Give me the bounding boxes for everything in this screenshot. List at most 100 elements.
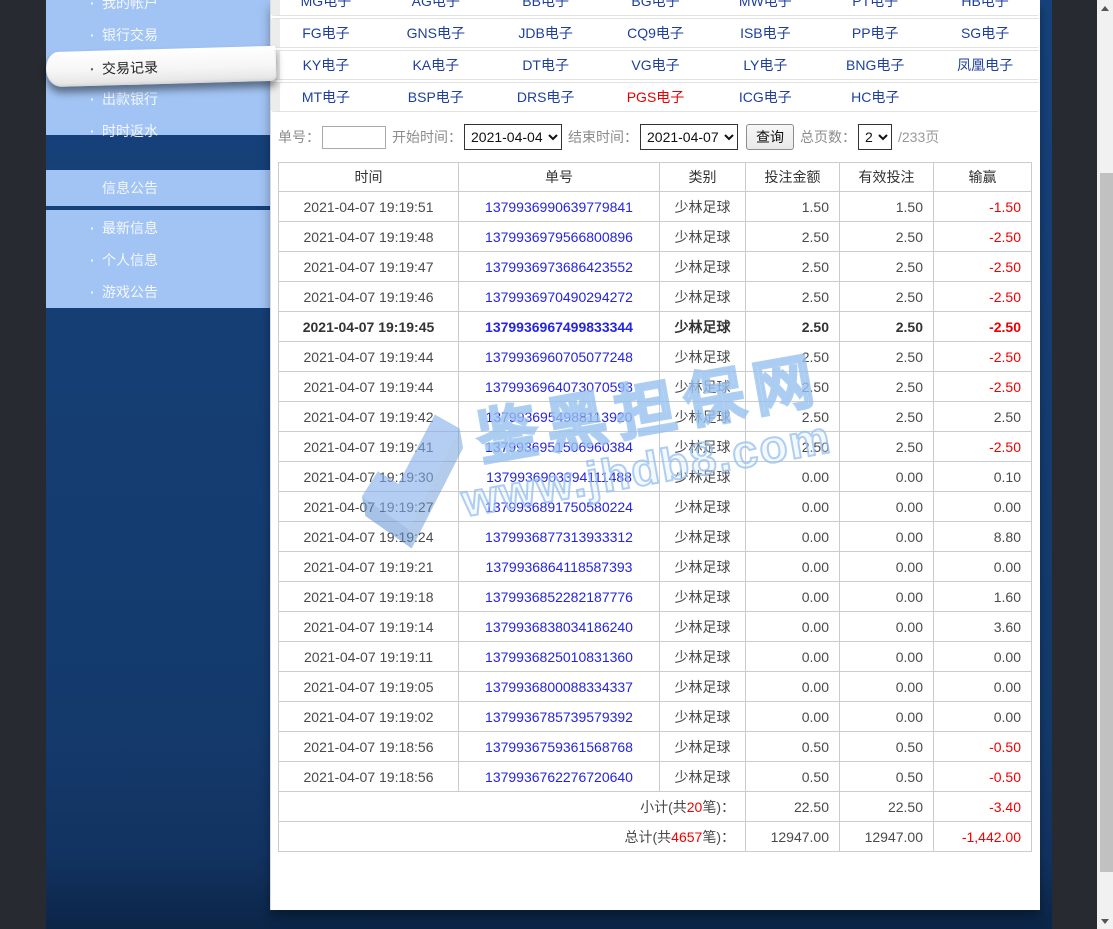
tab-BB电子[interactable]: BB电子 — [491, 0, 601, 15]
time-cell: 2021-04-07 19:19:41 — [279, 432, 459, 462]
category-cell: 少林足球 — [660, 582, 746, 612]
valid-bet-cell: 0.50 — [840, 732, 934, 762]
tab-GNS电子[interactable]: GNS电子 — [381, 19, 491, 47]
tab-SG电子[interactable]: SG电子 — [930, 19, 1040, 47]
scroll-up-arrow[interactable] — [1097, 0, 1113, 16]
tab-VG电子[interactable]: VG电子 — [601, 51, 711, 79]
order-id-cell[interactable]: 1379936852282187776 — [459, 582, 660, 612]
search-button[interactable]: 查询 — [746, 124, 794, 150]
order-id-link[interactable]: 1379936960705077248 — [485, 349, 633, 365]
win-loss-cell: 0.00 — [934, 702, 1032, 732]
valid-bet-cell: 0.00 — [840, 672, 934, 702]
table-row: 2021-04-07 19:19:301379936903394111488少林… — [279, 462, 1032, 492]
tab-MT电子[interactable]: MT电子 — [271, 83, 381, 111]
order-id-link[interactable]: 1379936990639779841 — [485, 199, 633, 215]
order-id-link[interactable]: 1379936903394111488 — [486, 469, 632, 485]
order-id-link[interactable]: 1379936967499833344 — [485, 319, 633, 335]
order-id-cell[interactable]: 1379936954988113920 — [459, 402, 660, 432]
tab-JDB电子[interactable]: JDB电子 — [491, 19, 601, 47]
order-id-cell[interactable]: 1379936891750580224 — [459, 492, 660, 522]
tab-PP电子[interactable]: PP电子 — [820, 19, 930, 47]
scrollbar[interactable] — [1097, 0, 1113, 929]
tab-MG电子[interactable]: MG电子 — [271, 0, 381, 15]
tab-KY电子[interactable]: KY电子 — [271, 51, 381, 79]
order-id-cell[interactable]: 1379936785739579392 — [459, 702, 660, 732]
order-id-link[interactable]: 1379936954988113920 — [486, 409, 633, 425]
bet-amount-cell: 2.50 — [746, 402, 840, 432]
order-id-cell[interactable]: 1379936838034186240 — [459, 612, 660, 642]
sidebar-item-最新信息[interactable]: ·最新信息 — [46, 212, 270, 244]
tab-ISB电子[interactable]: ISB电子 — [710, 19, 820, 47]
tab-HB电子[interactable]: HB电子 — [930, 0, 1040, 15]
scrollbar-thumb[interactable] — [1100, 173, 1113, 872]
order-id-link[interactable]: 1379936759361568768 — [485, 739, 633, 755]
order-id-cell[interactable]: 1379936973686423552 — [459, 252, 660, 282]
tab-HC电子[interactable]: HC电子 — [820, 83, 930, 111]
order-id-cell[interactable]: 1379936960705077248 — [459, 342, 660, 372]
filter-bar: 单号： 开始时间： 2021-04-04 结束时间： 2021-04-07 查询… — [271, 120, 1040, 154]
order-id-link[interactable]: 1379936970490294272 — [485, 289, 633, 305]
order-id-cell[interactable]: 1379936964073070593 — [459, 372, 660, 402]
order-id-cell[interactable]: 1379936825010831360 — [459, 642, 660, 672]
start-date-select[interactable]: 2021-04-04 — [464, 124, 562, 150]
sidebar-item-个人信息[interactable]: ·个人信息 — [46, 244, 270, 276]
order-id-link[interactable]: 1379936852282187776 — [485, 589, 633, 605]
tab-DT电子[interactable]: DT电子 — [491, 51, 601, 79]
valid-bet-cell: 1.50 — [840, 192, 934, 222]
sidebar-item-我的帐户[interactable]: ·我的帐户 — [46, 0, 270, 19]
tab-LY电子[interactable]: LY电子 — [710, 51, 820, 79]
tab-MW电子[interactable]: MW电子 — [710, 0, 820, 15]
sidebar-item-label: 银行交易 — [102, 25, 158, 45]
sidebar-item-交易记录 (active)[interactable]: ·交易记录 — [46, 46, 277, 87]
order-id-link[interactable]: 1379936973686423552 — [485, 259, 633, 275]
tab-PT电子[interactable]: PT电子 — [820, 0, 930, 15]
order-id-link[interactable]: 1379936762276720640 — [485, 769, 633, 785]
sidebar-item-游戏公告[interactable]: ·游戏公告 — [46, 276, 270, 308]
bet-amount-cell: 1.50 — [746, 192, 840, 222]
order-id-cell[interactable]: 1379936979566800896 — [459, 222, 660, 252]
order-id-cell[interactable]: 1379936762276720640 — [459, 762, 660, 792]
order-id-cell[interactable]: 1379936951506960384 — [459, 432, 660, 462]
tab-BSP电子[interactable]: BSP电子 — [381, 83, 491, 111]
order-id-cell[interactable]: 1379936864118587393 — [459, 552, 660, 582]
order-id-link[interactable]: 1379936838034186240 — [485, 619, 633, 635]
order-id-cell[interactable]: 1379936759361568768 — [459, 732, 660, 762]
order-id-link[interactable]: 1379936964073070593 — [485, 379, 633, 395]
scroll-down-arrow[interactable] — [1097, 913, 1113, 929]
bet-amount-cell: 2.50 — [746, 312, 840, 342]
order-id-link[interactable]: 1379936979566800896 — [485, 229, 633, 245]
order-id-cell[interactable]: 1379936967499833344 — [459, 312, 660, 342]
valid-bet-cell: 2.50 — [840, 312, 934, 342]
tab-凤凰电子[interactable]: 凤凰电子 — [930, 51, 1040, 79]
tab-PGS电子[interactable]: PGS电子 — [601, 83, 711, 111]
tab-BG电子[interactable]: BG电子 — [601, 0, 711, 15]
order-id-cell[interactable]: 1379936990639779841 — [459, 192, 660, 222]
total-valid: 12947.00 — [840, 822, 934, 852]
tab-FG电子[interactable]: FG电子 — [271, 19, 381, 47]
arrow-up-icon — [1101, 6, 1109, 11]
win-loss-cell: 1.60 — [934, 582, 1032, 612]
order-id-link[interactable]: 1379936891750580224 — [485, 499, 633, 515]
order-id-cell[interactable]: 1379936970490294272 — [459, 282, 660, 312]
tab-AG电子[interactable]: AG电子 — [381, 0, 491, 15]
order-id-link[interactable]: 1379936951506960384 — [485, 439, 633, 455]
order-id-link[interactable]: 1379936864118587393 — [486, 559, 633, 575]
page-select[interactable]: 2 — [858, 124, 892, 150]
end-date-select[interactable]: 2021-04-07 — [640, 124, 738, 150]
order-id-cell[interactable]: 1379936800088334337 — [459, 672, 660, 702]
tab-CQ9电子[interactable]: CQ9电子 — [601, 19, 711, 47]
tab-DRS电子[interactable]: DRS电子 — [491, 83, 601, 111]
time-cell: 2021-04-07 19:19:02 — [279, 702, 459, 732]
order-id-link[interactable]: 1379936825010831360 — [485, 649, 633, 665]
order-id-link[interactable]: 1379936877313933312 — [485, 529, 633, 545]
sidebar-item-出款银行[interactable]: ·出款银行 — [46, 83, 270, 115]
tab-BNG电子[interactable]: BNG电子 — [820, 51, 930, 79]
order-number-input[interactable] — [322, 126, 386, 149]
order-id-cell[interactable]: 1379936903394111488 — [459, 462, 660, 492]
order-id-cell[interactable]: 1379936877313933312 — [459, 522, 660, 552]
order-id-link[interactable]: 1379936785739579392 — [485, 709, 633, 725]
win-loss-cell: 0.00 — [934, 672, 1032, 702]
order-id-link[interactable]: 1379936800088334337 — [485, 679, 633, 695]
tab-KA电子[interactable]: KA电子 — [381, 51, 491, 79]
tab-ICG电子[interactable]: ICG电子 — [710, 83, 820, 111]
